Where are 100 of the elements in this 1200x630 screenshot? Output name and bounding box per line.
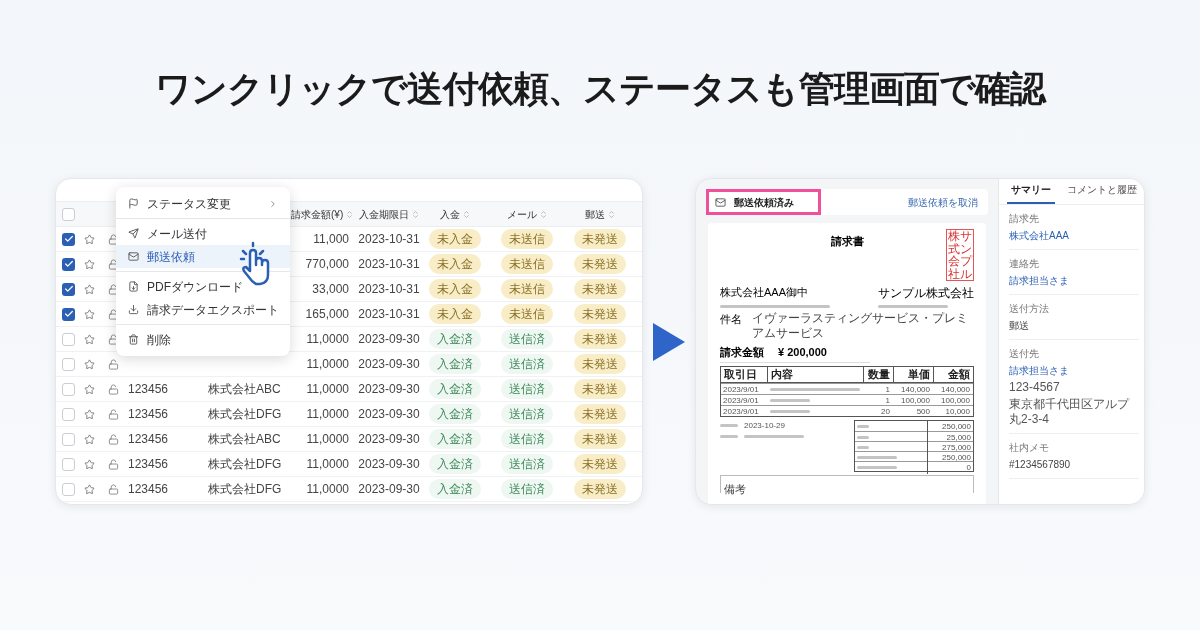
- checkbox[interactable]: [62, 332, 75, 346]
- sort-icon[interactable]: [345, 209, 355, 219]
- sort-icon[interactable]: [606, 209, 616, 219]
- checkbox[interactable]: [62, 432, 75, 446]
- sort-icon[interactable]: [538, 209, 548, 219]
- menu-item[interactable]: 削除: [116, 328, 290, 351]
- text-line-placeholder: [857, 466, 897, 470]
- table-cell-text: 2023/9/01: [722, 383, 760, 396]
- status-badge: 未送信: [501, 229, 553, 249]
- menu-item[interactable]: PDFダウンロード: [116, 275, 290, 298]
- lock-icon[interactable]: [108, 433, 119, 445]
- field-label: 備考: [724, 482, 746, 495]
- table-cell-text: 11,0000: [305, 431, 350, 448]
- star-icon[interactable]: [84, 383, 95, 395]
- table-cell: 275,000: [927, 441, 973, 454]
- table-cell-text: 10,000: [944, 405, 971, 418]
- tab[interactable]: サマリー: [1007, 182, 1055, 204]
- column-header[interactable]: 請求金額(¥): [291, 206, 357, 222]
- table-cell-text: 20: [880, 405, 891, 418]
- checkbox[interactable]: [62, 232, 75, 246]
- star-icon[interactable]: [84, 408, 95, 420]
- checkbox[interactable]: [62, 282, 75, 296]
- download-icon: [128, 304, 139, 315]
- star-icon[interactable]: [84, 483, 95, 495]
- checkbox[interactable]: [62, 307, 75, 321]
- trash-icon: [128, 334, 139, 345]
- text-line-placeholder: [770, 399, 810, 403]
- table-cell-text: 33,000: [311, 281, 350, 298]
- column-header: 単価: [893, 366, 933, 382]
- lock-icon[interactable]: [108, 458, 119, 470]
- table-cell-text: 165,000: [304, 306, 350, 323]
- menu-item[interactable]: ステータス変更: [116, 192, 290, 215]
- table-cell-text: 140,000: [900, 383, 931, 396]
- lock-icon[interactable]: [108, 483, 119, 495]
- stamp-text: サンプル: [960, 230, 972, 281]
- checkbox[interactable]: [62, 207, 75, 221]
- table-cell: 250,000: [927, 451, 973, 464]
- star-icon[interactable]: [84, 433, 95, 445]
- field-label: 連絡先: [1009, 257, 1040, 271]
- lock-icon[interactable]: [108, 258, 119, 270]
- column-header[interactable]: 郵送: [565, 206, 635, 222]
- invoice-title: 請求書: [830, 234, 864, 249]
- field-label: 送付先: [1009, 347, 1040, 361]
- field-label: 件名: [720, 312, 742, 328]
- star-icon[interactable]: [84, 458, 95, 470]
- table-cell-text: 123456: [128, 481, 170, 498]
- sort-icon[interactable]: [461, 209, 471, 219]
- column-header[interactable]: メール: [489, 206, 565, 222]
- star-icon[interactable]: [84, 283, 95, 295]
- lock-icon[interactable]: [108, 383, 119, 395]
- table-cell-text: 100,000: [900, 394, 931, 407]
- checkbox[interactable]: [62, 257, 75, 271]
- status-badge: 未送信: [501, 279, 553, 299]
- lock-icon[interactable]: [108, 408, 119, 420]
- stamp-text: 株式会社: [948, 230, 960, 281]
- status-badge: 未入金: [429, 279, 481, 299]
- lock-icon[interactable]: [108, 358, 119, 370]
- table-cell-text: 2023-09-30: [357, 456, 421, 473]
- status-badge: 未送信: [501, 254, 553, 274]
- status-badge: 未発送: [574, 279, 626, 299]
- text-line-placeholder: [857, 446, 869, 450]
- field-link[interactable]: 株式会社AAA: [1009, 228, 1139, 243]
- table-cell-text: 株式会社ABC: [208, 381, 282, 398]
- status-badge: 送信済: [501, 454, 553, 474]
- lock-icon[interactable]: [108, 283, 119, 295]
- text-line-placeholder: [857, 456, 897, 460]
- menu-item[interactable]: 請求データエクスポート: [116, 298, 290, 321]
- menu-item[interactable]: メール送付: [116, 222, 290, 245]
- status-badge: 送信済: [501, 429, 553, 449]
- column-header[interactable]: 入金期限日: [357, 206, 421, 222]
- checkbox[interactable]: [62, 482, 75, 496]
- star-icon[interactable]: [84, 333, 95, 345]
- star-icon[interactable]: [84, 358, 95, 370]
- table-cell-text: 100,000: [940, 394, 971, 407]
- table-cell-text: 株式会社DFG: [208, 406, 283, 423]
- checkbox[interactable]: [62, 407, 75, 421]
- issuer-name: サンプル株式会社: [878, 285, 974, 303]
- checkbox[interactable]: [62, 457, 75, 471]
- tab[interactable]: コメントと履歴: [1063, 182, 1141, 204]
- star-icon[interactable]: [84, 233, 95, 245]
- status-badge: 未発送: [574, 329, 626, 349]
- lock-icon[interactable]: [108, 308, 119, 320]
- status-label: 郵送依頼済み: [734, 195, 794, 210]
- status-badge: 送信済: [501, 479, 553, 499]
- checkbox[interactable]: [62, 382, 75, 396]
- status-badge: 入金済: [429, 479, 481, 499]
- table-cell-text: 11,0000: [305, 356, 350, 373]
- table-cell-text: 11,0000: [305, 406, 350, 423]
- sort-icon[interactable]: [410, 209, 420, 219]
- column-header[interactable]: 入金: [421, 206, 489, 222]
- lock-icon[interactable]: [108, 233, 119, 245]
- lock-icon[interactable]: [108, 333, 119, 345]
- star-icon[interactable]: [84, 308, 95, 320]
- field-link[interactable]: 請求担当さま: [1009, 273, 1139, 288]
- field-link[interactable]: 請求担当さま: [1009, 363, 1139, 378]
- star-icon[interactable]: [84, 258, 95, 270]
- table-cell-text: 2023-09-30: [357, 431, 421, 448]
- checkbox[interactable]: [62, 357, 75, 371]
- table-cell-text: 500: [915, 405, 931, 418]
- cancel-link[interactable]: 郵送依頼を取消: [908, 194, 978, 210]
